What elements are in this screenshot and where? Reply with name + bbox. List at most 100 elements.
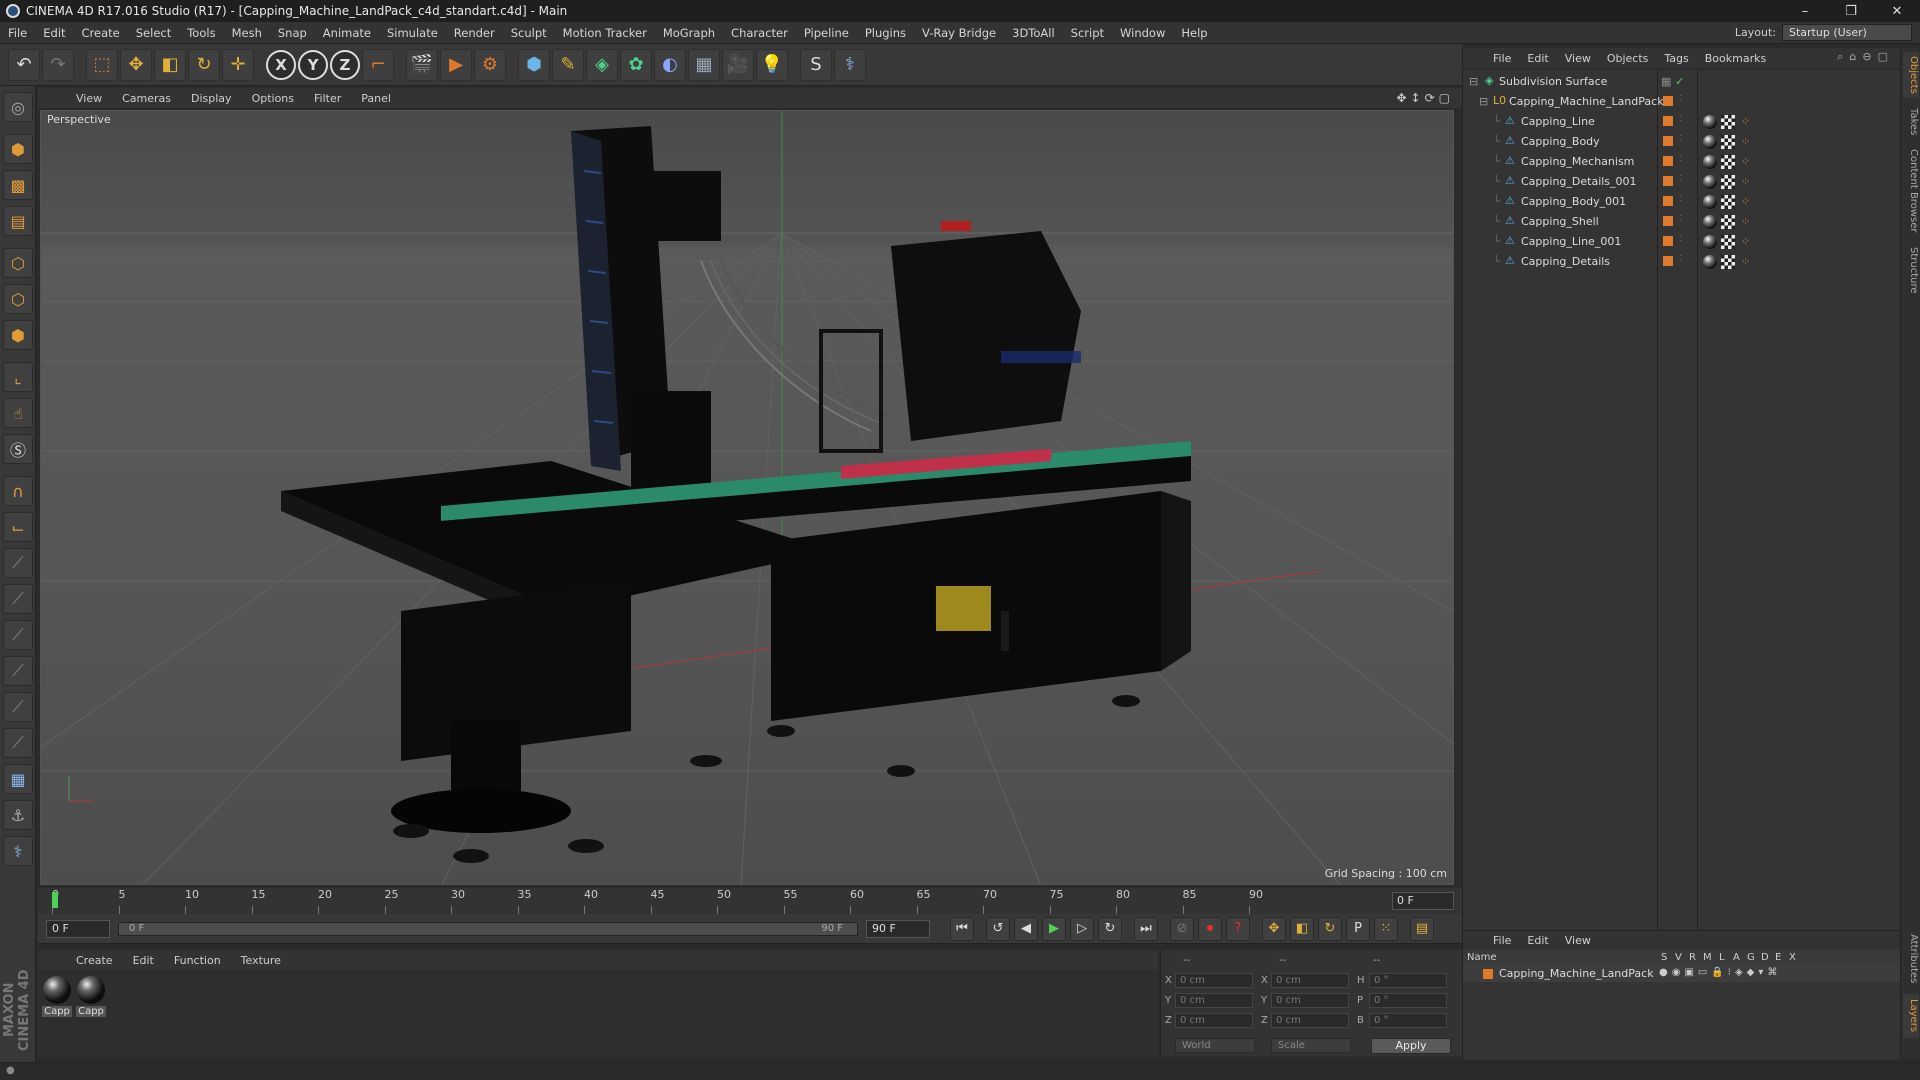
- scale-icon[interactable]: ◧: [154, 48, 186, 81]
- tree-row-subdivision-surface[interactable]: ⊟ ◈ Subdivision Surface ▦ ✓: [1463, 72, 1901, 92]
- enabled-check-icon[interactable]: ✓: [1675, 75, 1684, 88]
- deformer-icon[interactable]: ◐: [654, 48, 686, 81]
- material-item[interactable]: Capp: [76, 976, 106, 1017]
- material-tag-icon[interactable]: [1703, 115, 1717, 129]
- tab-layers[interactable]: Layers: [1903, 994, 1919, 1038]
- layer-color-swatch[interactable]: [1663, 236, 1673, 246]
- layer-menu-file[interactable]: File: [1485, 934, 1519, 947]
- soft-selection-icon[interactable]: ⟋: [3, 656, 33, 686]
- tweak-mode-icon[interactable]: ☝: [3, 398, 33, 428]
- tree-row-object[interactable]: └ ⚠ Capping_Details ⁚ ⁘: [1463, 252, 1901, 272]
- material-tag-icon[interactable]: [1703, 175, 1717, 189]
- size-y-field[interactable]: 0 cm: [1271, 993, 1349, 1008]
- menu-plugins[interactable]: Plugins: [857, 26, 914, 40]
- layer-color-swatch[interactable]: [1663, 96, 1673, 106]
- size-z-field[interactable]: 0 cm: [1271, 1013, 1349, 1028]
- size-x-field[interactable]: 0 cm: [1271, 973, 1349, 988]
- layer-color-swatch[interactable]: [1663, 156, 1673, 166]
- frame-range-slider[interactable]: 0 F 90 F: [118, 921, 858, 936]
- vertex-tag-icon[interactable]: ⁘: [1741, 215, 1750, 228]
- texture-tag-icon[interactable]: [1721, 215, 1735, 229]
- viewport-menu-view[interactable]: View: [66, 92, 112, 105]
- menu-simulate[interactable]: Simulate: [379, 26, 446, 40]
- next-frame-icon[interactable]: ▷: [1070, 916, 1094, 941]
- layer-menu-edit[interactable]: Edit: [1519, 934, 1556, 947]
- menu-mograph[interactable]: MoGraph: [655, 26, 723, 40]
- layer-color-swatch[interactable]: [1663, 196, 1673, 206]
- material-tag-icon[interactable]: [1703, 155, 1717, 169]
- live-selection-icon[interactable]: ⬚: [86, 48, 118, 81]
- material-menu-texture[interactable]: Texture: [231, 954, 291, 967]
- visibility-dots-icon[interactable]: ⁚: [1679, 214, 1683, 230]
- object-menu-edit[interactable]: Edit: [1519, 52, 1556, 65]
- key-position-icon[interactable]: ✥: [1262, 916, 1286, 941]
- python-icon[interactable]: ⚕: [834, 48, 866, 81]
- menu-render[interactable]: Render: [446, 26, 503, 40]
- tree-row-group[interactable]: ⊟ L0 Capping_Machine_LandPack ⁚: [1463, 92, 1901, 112]
- texture-tag-icon[interactable]: [1721, 115, 1735, 129]
- visibility-dots-icon[interactable]: ⁚: [1679, 194, 1683, 210]
- move-icon[interactable]: ✥: [120, 48, 152, 81]
- visibility-dots-icon[interactable]: ⁚: [1679, 174, 1683, 190]
- menu-motion-tracker[interactable]: Motion Tracker: [555, 26, 655, 40]
- key-scale-icon[interactable]: ◧: [1290, 916, 1314, 941]
- position-x-field[interactable]: 0 cm: [1175, 973, 1253, 988]
- menu-window[interactable]: Window: [1112, 26, 1173, 40]
- texture-tag-icon[interactable]: [1721, 155, 1735, 169]
- menu-mesh[interactable]: Mesh: [224, 26, 270, 40]
- vertex-tag-icon[interactable]: ⁘: [1741, 155, 1750, 168]
- vertex-tag-icon[interactable]: ⁘: [1741, 115, 1750, 128]
- layer-color-swatch[interactable]: [1483, 969, 1493, 979]
- viewport-menu-options[interactable]: Options: [242, 92, 304, 105]
- next-key-icon[interactable]: ↻: [1098, 916, 1122, 941]
- visibility-dots-icon[interactable]: ⁚: [1679, 234, 1683, 250]
- cloner-icon[interactable]: ✿: [620, 48, 652, 81]
- menu-3dtoall[interactable]: 3DToAll: [1004, 26, 1063, 40]
- vertex-tag-icon[interactable]: ⁘: [1741, 235, 1750, 248]
- texture-tag-icon[interactable]: [1721, 195, 1735, 209]
- tab-structure[interactable]: Structure: [1903, 242, 1919, 298]
- vertex-tag-icon[interactable]: ⁘: [1741, 255, 1750, 268]
- hair-icon[interactable]: ⚓: [3, 800, 33, 830]
- z-axis-lock-icon[interactable]: Z: [330, 49, 360, 80]
- maximize-button[interactable]: ❐: [1828, 0, 1874, 22]
- coordinate-space-dropdown[interactable]: World: [1175, 1038, 1255, 1053]
- x-axis-lock-icon[interactable]: X: [266, 49, 296, 80]
- previous-key-icon[interactable]: ↺: [986, 916, 1010, 941]
- visibility-dots-icon[interactable]: ⁚: [1679, 254, 1683, 270]
- object-menu-bookmarks[interactable]: Bookmarks: [1697, 52, 1774, 65]
- material-menu-function[interactable]: Function: [164, 954, 231, 967]
- timeline-ruler[interactable]: 051015202530354045505560657075808590 0 F: [38, 888, 1462, 914]
- light-icon[interactable]: 💡: [756, 48, 788, 81]
- texture-tag-icon[interactable]: [1721, 175, 1735, 189]
- menu-character[interactable]: Character: [723, 26, 796, 40]
- tree-row-object[interactable]: └ ⚠ Capping_Line ⁚ ⁘: [1463, 112, 1901, 132]
- workplane-icon[interactable]: ⌙: [3, 512, 33, 542]
- workplane-mode-icon[interactable]: ▤: [3, 206, 33, 236]
- tab-takes[interactable]: Takes: [1903, 104, 1919, 140]
- material-tag-icon[interactable]: [1703, 235, 1717, 249]
- python-script-icon[interactable]: ⚕: [3, 836, 33, 866]
- viewport-menu-panel[interactable]: Panel: [351, 92, 401, 105]
- object-menu-objects[interactable]: Objects: [1599, 52, 1657, 65]
- layer-color-swatch[interactable]: [1663, 136, 1673, 146]
- redo-icon[interactable]: ↷: [42, 48, 74, 81]
- camera-icon[interactable]: 🎥: [722, 48, 754, 81]
- key-parameter-icon[interactable]: P: [1346, 916, 1370, 941]
- material-tag-icon[interactable]: [1703, 215, 1717, 229]
- texture-mode-icon[interactable]: ▩: [3, 170, 33, 200]
- tree-row-object[interactable]: └ ⚠ Capping_Line_001 ⁚ ⁘: [1463, 232, 1901, 252]
- paint-icon[interactable]: ⟋: [3, 692, 33, 722]
- tab-objects[interactable]: Objects: [1903, 52, 1919, 98]
- layer-color-swatch[interactable]: [1663, 256, 1673, 266]
- position-y-field[interactable]: 0 cm: [1175, 993, 1253, 1008]
- rotate-icon[interactable]: ↻: [188, 48, 220, 81]
- lock-z-icon[interactable]: ⟋: [3, 620, 33, 650]
- transform-icon[interactable]: ✛: [222, 48, 254, 81]
- lock-x-icon[interactable]: ⟋: [3, 548, 33, 578]
- start-frame-field[interactable]: 0 F: [46, 919, 110, 938]
- layer-toggle-icons[interactable]: ●◉▣▭🔒⁝◈◆▾⌘: [1659, 967, 1781, 978]
- current-frame-field[interactable]: 0 F: [1392, 892, 1454, 910]
- play-icon[interactable]: ▶: [1042, 916, 1066, 941]
- axis-mode-icon[interactable]: ⌞: [3, 362, 33, 392]
